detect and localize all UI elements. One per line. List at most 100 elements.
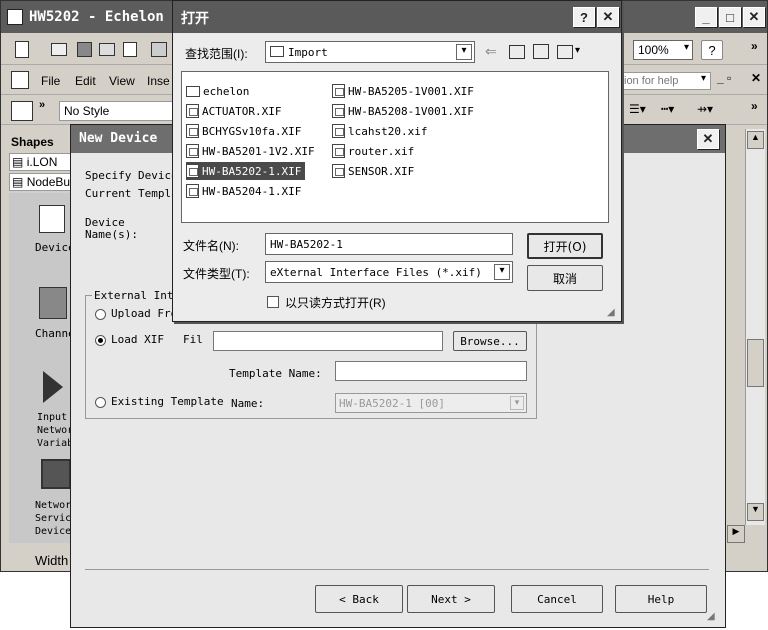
play-triangle-icon[interactable] (43, 371, 63, 403)
format-overflow-icon[interactable]: » (751, 99, 758, 113)
file-list[interactable]: echelon ACTUATOR.XIF BCHYGSv10fa.XIF HW-… (181, 71, 609, 223)
list-item[interactable]: HW-BA5204-1.XIF (186, 182, 301, 200)
cancel-button[interactable]: Cancel (511, 585, 603, 613)
open-dialog-close-button[interactable]: ✕ (597, 7, 619, 27)
resize-grip-icon[interactable]: ◢ (707, 611, 715, 622)
existing-template-label[interactable]: Existing Template (111, 395, 224, 408)
filetype-select[interactable]: eXternal Interface Files (*.xif) ▾ (265, 261, 513, 283)
menu-file[interactable]: File (41, 74, 60, 88)
device-icon[interactable] (39, 205, 65, 233)
folder-icon (270, 46, 284, 57)
open-dialog-cancel-button[interactable]: 取消 (527, 265, 603, 291)
stencil-nodebuilder[interactable]: ▤ NodeBu (9, 173, 75, 191)
line-ends-icon[interactable]: ⇸▾ (697, 102, 713, 116)
style-select[interactable]: No Style (59, 101, 179, 121)
computer-icon[interactable] (41, 459, 71, 489)
open-button[interactable]: 打开(O) (527, 233, 603, 259)
existing-template-radio[interactable] (95, 397, 106, 408)
open-icon[interactable] (51, 43, 67, 56)
save-icon[interactable] (77, 42, 92, 57)
new-folder-icon[interactable] (533, 44, 549, 59)
preview-icon[interactable] (123, 42, 137, 57)
next-button[interactable]: Next > (407, 585, 495, 613)
close-button[interactable]: ✕ (743, 7, 765, 27)
zoom-value: 100% (638, 43, 669, 57)
name-select[interactable]: HW-BA5202-1 [00] ▾ (335, 393, 527, 413)
lookin-select[interactable]: Import ▾ (265, 41, 475, 63)
help-icon[interactable]: ? (701, 40, 723, 60)
styles-icon[interactable] (11, 101, 33, 121)
file-label: Fil (183, 333, 203, 346)
stencil-icon: ▤ (12, 155, 24, 169)
list-item[interactable]: SENSOR.XIF (332, 162, 414, 180)
menu-edit[interactable]: Edit (75, 74, 96, 88)
xif-file-icon (332, 164, 345, 178)
list-item[interactable]: BCHYGSv10fa.XIF (186, 122, 301, 140)
maximize-button[interactable]: □ (719, 7, 741, 27)
current-template-label: Current Templa (85, 187, 178, 200)
list-item[interactable]: HW-BA5205-1V001.XIF (332, 82, 474, 100)
view-menu-arrow-icon[interactable]: ▾ (575, 45, 580, 56)
dropdown-arrow-icon[interactable]: ▾ (701, 73, 706, 84)
scroll-up-icon[interactable]: ▲ (747, 131, 764, 149)
context-help-button[interactable]: ? (573, 7, 595, 27)
back-icon[interactable]: ⇐ (485, 43, 497, 60)
list-item-selected[interactable]: HW-BA5202-1.XIF (186, 162, 306, 180)
filename-input[interactable]: HW-BA5202-1 (265, 233, 513, 255)
menu-view[interactable]: View (109, 74, 135, 88)
open-dialog-title-bar: 打开 ? ✕ (173, 1, 621, 33)
chevron-down-icon: ▾ (494, 264, 510, 280)
load-xif-radio[interactable] (95, 335, 106, 346)
line-pattern-icon[interactable]: ┅▾ (661, 102, 674, 116)
lookin-label: 查找范围(I): (185, 47, 248, 61)
line-weight-icon[interactable]: ☰▾ (629, 102, 646, 116)
xif-file-icon (186, 164, 199, 178)
list-item[interactable]: lcahst20.xif (332, 122, 427, 140)
filetype-label: 文件类型(T): (183, 267, 250, 281)
group-label: External Inte (92, 289, 183, 302)
list-item[interactable]: echelon (186, 82, 249, 100)
list-item[interactable]: HW-BA5201-1V2.XIF (186, 142, 315, 160)
scroll-down-icon[interactable]: ▼ (747, 503, 764, 521)
channel-icon[interactable] (39, 287, 67, 319)
restore-doc-icon[interactable]: _ ▫ (717, 71, 731, 85)
upload-radio[interactable] (95, 309, 106, 320)
help-button[interactable]: Help (615, 585, 707, 613)
resize-grip-icon[interactable]: ◢ (607, 307, 615, 318)
print-icon[interactable] (99, 43, 115, 56)
up-folder-icon[interactable] (509, 45, 525, 59)
list-item[interactable]: HW-BA5208-1V001.XIF (332, 102, 474, 120)
load-xif-label[interactable]: Load XIF (111, 333, 164, 346)
upload-label[interactable]: Upload Fro (111, 307, 177, 320)
wizard-close-button[interactable]: ✕ (697, 129, 719, 149)
toolbar-overflow-icon[interactable]: » (751, 39, 758, 53)
zoom-select[interactable]: 100% ▾ (633, 40, 693, 60)
shapes-title: Shapes (11, 135, 54, 149)
readonly-label[interactable]: 以只读方式打开(R) (285, 294, 386, 311)
list-item[interactable]: router.xif (332, 142, 414, 160)
view-menu-icon[interactable] (557, 45, 573, 59)
list-item[interactable]: ACTUATOR.XIF (186, 102, 281, 120)
xif-file-icon (332, 124, 345, 138)
printer-icon[interactable] (151, 42, 167, 57)
vertical-scrollbar[interactable]: ▲ ▼ (745, 129, 765, 525)
back-button[interactable]: < Back (315, 585, 403, 613)
stencil-ilon[interactable]: ▤ i.LON (9, 153, 75, 171)
scroll-right-icon[interactable]: ▶ (727, 525, 745, 543)
minimize-button[interactable]: _ (695, 7, 717, 27)
new-icon[interactable] (15, 41, 29, 58)
style-value: No Style (64, 104, 110, 118)
folder-icon (186, 85, 200, 97)
readonly-checkbox[interactable] (267, 296, 279, 308)
scroll-thumb[interactable] (747, 339, 764, 387)
app-title: HW5202 - Echelon (29, 9, 164, 25)
open-dialog-title: 打开 (181, 10, 209, 26)
menu-insert[interactable]: Inse (147, 74, 170, 88)
close-doc-icon[interactable]: ✕ (751, 71, 761, 85)
file-input[interactable] (213, 331, 443, 351)
xif-file-icon (332, 104, 345, 118)
overflow-small-icon[interactable]: » (39, 99, 45, 111)
help-search-input[interactable]: ion for help (621, 72, 711, 90)
browse-button[interactable]: Browse... (453, 331, 527, 351)
template-name-input[interactable] (335, 361, 527, 381)
